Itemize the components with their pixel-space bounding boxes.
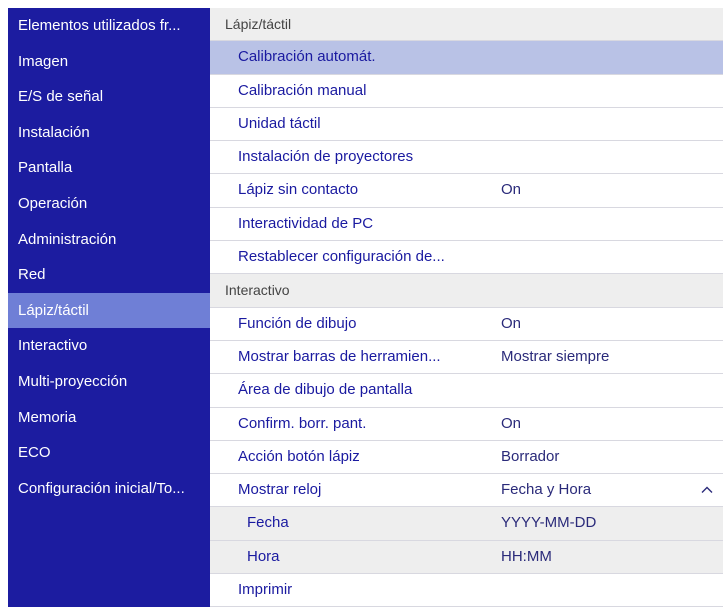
sidebar-item-eco[interactable]: ECO (8, 435, 210, 471)
row-label: Instalación de proyectores (238, 148, 414, 166)
section-header-lapiz-tactil: Lápiz/táctil (210, 8, 723, 42)
sidebar-item-instalacion[interactable]: Instalación (8, 115, 210, 151)
settings-panel: Lápiz/táctil Calibración automát. Calibr… (210, 8, 723, 607)
sidebar: Elementos utilizados fr... Imagen E/S de… (8, 8, 210, 607)
row-value: On (501, 314, 522, 332)
row-value: On (501, 414, 522, 432)
row-label: Restablecer configuración de... (238, 248, 445, 266)
sidebar-item-interactivo[interactable]: Interactivo (8, 328, 210, 364)
sidebar-item-lapiz-tactil[interactable]: Lápiz/táctil (8, 292, 210, 329)
menu-row-hora[interactable]: Hora HH:MM (210, 540, 723, 575)
row-label: Imprimir (238, 581, 293, 599)
row-label: Unidad táctil (238, 114, 321, 132)
menu-row-instalacion-proyectores[interactable]: Instalación de proyectores (210, 141, 723, 175)
row-value: HH:MM (501, 547, 552, 565)
sidebar-item-pantalla[interactable]: Pantalla (8, 150, 210, 186)
row-label: Interactividad de PC (238, 214, 374, 232)
section-title: Interactivo (225, 282, 290, 299)
sidebar-item-configuracion-inicial[interactable]: Configuración inicial/To... (8, 471, 210, 507)
row-label: Mostrar reloj (238, 481, 322, 499)
menu-row-unidad-tactil[interactable]: Unidad táctil (210, 108, 723, 142)
menu-row-confirm-borr[interactable]: Confirm. borr. pant. On (210, 408, 723, 441)
row-value: On (501, 181, 522, 199)
row-label: Función de dibujo (238, 314, 357, 332)
menu-row-interactividad-pc[interactable]: Interactividad de PC (210, 208, 723, 242)
menu-row-accion-boton-lapiz[interactable]: Acción botón lápiz Borrador (210, 441, 723, 475)
section-title: Lápiz/táctil (225, 16, 292, 32)
row-label: Calibración manual (238, 81, 367, 99)
menu-row-mostrar-barras[interactable]: Mostrar barras de herramien... Mostrar s… (210, 341, 723, 375)
row-label: Área de dibujo de pantalla (238, 381, 413, 399)
row-value: YYYY-MM-DD (501, 514, 597, 532)
row-value: Mostrar siempre (501, 347, 610, 365)
row-value: Fecha y Hora (501, 481, 592, 499)
menu-row-lapiz-sin-contacto[interactable]: Lápiz sin contacto On (210, 174, 723, 208)
menu-row-area-dibujo[interactable]: Área de dibujo de pantalla (210, 374, 723, 408)
row-label: Lápiz sin contacto (238, 181, 359, 199)
menu-row-calibracion-automatica[interactable]: Calibración automát. (210, 41, 723, 75)
chevron-up-icon[interactable] (701, 484, 713, 496)
sidebar-item-es-senal[interactable]: E/S de señal (8, 79, 210, 115)
row-label: Mostrar barras de herramien... (238, 347, 441, 365)
menu-row-funcion-dibujo[interactable]: Función de dibujo On (210, 308, 723, 341)
row-label: Acción botón lápiz (238, 447, 360, 465)
sidebar-item-elementos[interactable]: Elementos utilizados fr... (8, 8, 210, 44)
menu-row-mostrar-reloj[interactable]: Mostrar reloj Fecha y Hora (210, 474, 723, 508)
menu-row-restablecer-configuracion[interactable]: Restablecer configuración de... (210, 241, 723, 275)
row-label: Calibración automát. (238, 48, 376, 66)
sidebar-item-imagen[interactable]: Imagen (8, 44, 210, 80)
sidebar-item-operacion[interactable]: Operación (8, 186, 210, 222)
menu-window: Elementos utilizados fr... Imagen E/S de… (8, 8, 723, 607)
menu-row-imprimir[interactable]: Imprimir (210, 574, 723, 607)
menu-row-fecha[interactable]: Fecha YYYY-MM-DD (210, 507, 723, 541)
sidebar-item-memoria[interactable]: Memoria (8, 400, 210, 436)
row-label: Hora (247, 547, 280, 565)
row-label: Fecha (247, 514, 289, 532)
sidebar-item-multi-proyeccion[interactable]: Multi-proyección (8, 364, 210, 400)
menu-row-calibracion-manual[interactable]: Calibración manual (210, 75, 723, 108)
section-header-interactivo: Interactivo (210, 274, 723, 308)
row-label: Confirm. borr. pant. (238, 414, 367, 432)
sidebar-item-administracion[interactable]: Administración (8, 222, 210, 258)
row-value: Borrador (501, 447, 560, 465)
sidebar-item-red[interactable]: Red (8, 257, 210, 293)
